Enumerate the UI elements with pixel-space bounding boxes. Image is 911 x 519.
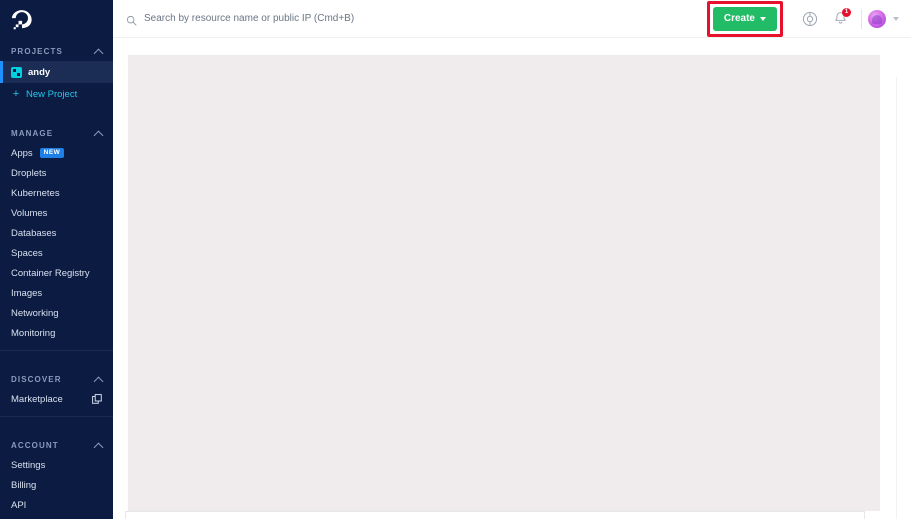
chevron-up-icon[interactable]	[95, 47, 104, 56]
avatar[interactable]	[868, 9, 886, 28]
sidebar-item-label: Monitoring	[11, 327, 56, 339]
sidebar-section-title: PROJECTS	[11, 46, 63, 56]
vertical-scrollbar[interactable]	[896, 77, 911, 519]
content-area	[113, 38, 911, 519]
sidebar-item-volumes[interactable]: Volumes	[0, 203, 113, 223]
sidebar-item-label: Droplets	[11, 167, 47, 179]
notifications-button[interactable]: 1	[828, 7, 852, 31]
sidebar-item-apps[interactable]: Apps NEW	[0, 143, 113, 163]
top-bar: Create	[113, 0, 911, 38]
plus-icon: +	[12, 87, 20, 100]
new-badge: NEW	[39, 148, 65, 158]
sidebar-item-marketplace[interactable]: Marketplace	[0, 389, 113, 409]
chevron-up-icon[interactable]	[95, 129, 104, 138]
sidebar-item-spaces[interactable]: Spaces	[0, 243, 113, 263]
main-region: Create	[113, 0, 911, 519]
external-link-icon	[92, 394, 102, 404]
sidebar-item-droplets[interactable]: Droplets	[0, 163, 113, 183]
sidebar-item-label: Kubernetes	[11, 187, 60, 199]
sidebar-item-label: Billing	[11, 479, 37, 491]
sidebar-item-label: Settings	[11, 459, 46, 471]
digitalocean-logo-icon	[11, 8, 33, 30]
sidebar-item-kubernetes[interactable]: Kubernetes	[0, 183, 113, 203]
sidebar-item-monitoring[interactable]: Monitoring	[0, 323, 113, 343]
sidebar-section-manage-header[interactable]: MANAGE	[0, 123, 113, 143]
sidebar-item-label: andy	[28, 66, 51, 78]
sidebar-item-label: API	[11, 499, 27, 511]
sidebar-item-new-project[interactable]: + New Project	[0, 83, 113, 105]
sidebar-item-label: Spaces	[11, 247, 43, 259]
sidebar-item-api[interactable]: API	[0, 495, 113, 515]
scrollbar-thumb[interactable]	[900, 77, 909, 267]
create-button-highlight: Create	[706, 0, 783, 37]
chevron-down-icon[interactable]	[893, 16, 899, 21]
sidebar-item-billing[interactable]: Billing	[0, 475, 113, 495]
help-circle-icon[interactable]	[798, 7, 822, 31]
create-button-label: Create	[723, 13, 755, 24]
sidebar-item-label: Images	[11, 287, 43, 299]
search-input[interactable]	[144, 13, 504, 24]
chevron-up-icon[interactable]	[95, 441, 104, 450]
chevron-down-icon	[760, 16, 766, 21]
app-root: PROJECTS andy + New Project MANAGE Apps …	[0, 0, 911, 519]
sidebar-section-projects-header[interactable]: PROJECTS	[0, 41, 113, 61]
sidebar-item-label: Apps	[11, 147, 33, 159]
sidebar-item-label: New Project	[26, 88, 78, 100]
top-bar-actions: Create 1	[706, 0, 911, 38]
content-placeholder-block	[128, 55, 880, 511]
sidebar-item-label: Marketplace	[11, 393, 63, 405]
sidebar-section-title: DISCOVER	[11, 374, 62, 384]
sidebar-item-label: Networking	[11, 307, 59, 319]
sidebar-item-container-registry[interactable]: Container Registry	[0, 263, 113, 283]
sidebar-item-networking[interactable]: Networking	[0, 303, 113, 323]
sidebar: PROJECTS andy + New Project MANAGE Apps …	[0, 0, 113, 519]
sidebar-section-account-header[interactable]: ACCOUNT	[0, 435, 113, 455]
sidebar-item-label: Container Registry	[11, 267, 90, 279]
sidebar-item-images[interactable]: Images	[0, 283, 113, 303]
sidebar-item-label: Databases	[11, 227, 57, 239]
toolbar-divider	[861, 8, 862, 29]
search-bar[interactable]	[113, 0, 707, 38]
sidebar-section-title: MANAGE	[11, 128, 54, 138]
sidebar-section-title: ACCOUNT	[11, 440, 59, 450]
create-button[interactable]: Create	[712, 6, 777, 31]
search-icon	[126, 13, 137, 26]
sidebar-item-label: Volumes	[11, 207, 48, 219]
sidebar-item-project-andy[interactable]: andy	[0, 61, 113, 83]
sidebar-item-settings[interactable]: Settings	[0, 455, 113, 475]
sidebar-section-discover-header[interactable]: DISCOVER	[0, 369, 113, 389]
sidebar-item-databases[interactable]: Databases	[0, 223, 113, 243]
project-icon	[11, 66, 22, 78]
chevron-up-icon[interactable]	[95, 375, 104, 384]
brand-logo[interactable]	[0, 0, 113, 38]
notification-count-badge: 1	[842, 7, 851, 17]
bottom-strip	[125, 511, 865, 519]
